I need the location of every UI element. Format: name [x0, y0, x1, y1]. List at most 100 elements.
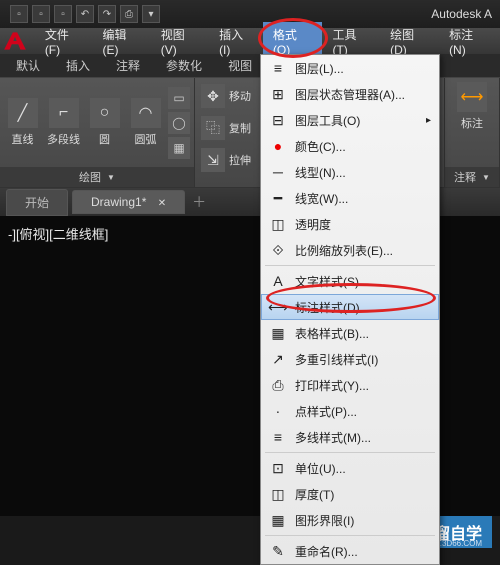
doctab-start[interactable]: 开始	[6, 189, 68, 216]
menu-item-label: 图层(L)...	[295, 60, 344, 77]
layerstate-icon: ⊞	[269, 85, 287, 103]
menu-item-label: 线型(N)...	[295, 164, 346, 181]
ribbon-tab-view[interactable]: 视图	[216, 54, 264, 77]
format-menu-tablestyle[interactable]: ▦ 表格样式(B)...	[261, 320, 439, 346]
close-icon[interactable]: ✕	[158, 198, 166, 209]
qat-more-icon[interactable]: ▾	[142, 5, 160, 23]
linetype-icon: ─	[269, 163, 287, 181]
format-menu-trans[interactable]: ◫透明度	[261, 211, 439, 237]
menu-item-label: 标注样式(D)...	[295, 299, 370, 316]
stretch-button[interactable]: ⇲ 拉伸	[199, 146, 253, 174]
polyline-icon: ⌐	[49, 98, 79, 128]
polyline-label: 多段线	[47, 131, 80, 147]
tablestyle-icon: ▦	[269, 324, 287, 342]
format-menu-plotstyle[interactable]: ⎙ 打印样式(Y)...	[261, 372, 439, 398]
hatch-icon[interactable]: ▦	[168, 137, 190, 159]
thickness-icon: ◫	[269, 485, 287, 503]
qat-print-icon[interactable]: ⎙	[120, 5, 138, 23]
menu-item-label: 表格样式(B)...	[295, 325, 369, 342]
menu-item-label: 图层工具(O)	[295, 112, 360, 129]
arc-button[interactable]: ◠ 圆弧	[127, 98, 164, 147]
pointstyle-icon: ∙	[269, 402, 287, 420]
polyline-button[interactable]: ⌐ 多段线	[45, 98, 82, 147]
menu-item-label: 打印样式(Y)...	[295, 377, 369, 394]
app-title: Autodesk A	[431, 7, 492, 21]
format-menu-color[interactable]: ● 颜色(C)...	[261, 133, 439, 159]
rename-icon: ✎	[269, 542, 287, 560]
menu-item-label: 点样式(P)...	[295, 403, 357, 420]
format-menu-rename[interactable]: ✎重命名(R)...	[261, 538, 439, 564]
format-menu-textstyle[interactable]: A文字样式(S)...	[261, 268, 439, 294]
menu-item-label: 多线样式(M)...	[295, 429, 371, 446]
ribbon-tab-insert[interactable]: 插入	[54, 54, 102, 77]
trans-icon: ◫	[269, 215, 287, 233]
draw-panel-title[interactable]: 绘图 ▼	[0, 167, 194, 187]
units-icon: ⊡	[269, 459, 287, 477]
dim-icon: ⟷	[457, 82, 487, 112]
qat-save-icon[interactable]: ▫	[54, 5, 72, 23]
qat-redo-icon[interactable]: ↷	[98, 5, 116, 23]
format-menu-limits[interactable]: ▦图形界限(I)	[261, 507, 439, 533]
format-menu-dimstyle[interactable]: ⟷ 标注样式(D)...	[261, 294, 439, 320]
stretch-icon: ⇲	[201, 148, 225, 172]
menu-item-label: 比例缩放列表(E)...	[295, 242, 393, 259]
menu-item-label: 图层状态管理器(A)...	[295, 86, 405, 103]
menu-item-label: 线宽(W)...	[295, 190, 348, 207]
layers-icon: ≡	[269, 59, 287, 77]
submenu-arrow-icon: ▸	[426, 115, 431, 126]
mlinestyle-icon: ≡	[269, 428, 287, 446]
format-menu-mleaderstyle[interactable]: ↗ 多重引线样式(I)	[261, 346, 439, 372]
qat-new-icon[interactable]: ▫	[10, 5, 28, 23]
menu-item-label: 颜色(C)...	[295, 138, 346, 155]
doctab-drawing1[interactable]: Drawing1* ✕	[72, 190, 185, 214]
scalelist-icon: ⟐	[269, 241, 287, 259]
color-icon: ●	[269, 137, 287, 155]
chevron-down-icon: ▼	[482, 173, 490, 182]
rect-icon[interactable]: ▭	[168, 87, 190, 109]
format-menu-scalelist[interactable]: ⟐ 比例缩放列表(E)...	[261, 237, 439, 263]
format-menu-linetype[interactable]: ─ 线型(N)...	[261, 159, 439, 185]
ribbon-tab-annotate[interactable]: 注释	[104, 54, 152, 77]
chevron-down-icon: ▼	[107, 173, 115, 182]
menu-item-label: 图形界限(I)	[295, 512, 354, 529]
dimstyle-icon: ⟷	[269, 298, 287, 316]
format-menu-layerstate[interactable]: ⊞ 图层状态管理器(A)...	[261, 81, 439, 107]
line-icon: ╱	[8, 98, 38, 128]
copy-button[interactable]: ⿻ 复制	[199, 114, 253, 142]
format-menu-units[interactable]: ⊡单位(U)...	[261, 455, 439, 481]
ribbon-tab-param[interactable]: 参数化	[154, 54, 214, 77]
menu-item-label: 厚度(T)	[295, 486, 334, 503]
arc-label: 圆弧	[135, 131, 157, 147]
format-menu-lineweight[interactable]: ━线宽(W)...	[261, 185, 439, 211]
format-menu-layertools[interactable]: ⊟图层工具(O)▸	[261, 107, 439, 133]
copy-icon: ⿻	[201, 116, 225, 140]
textstyle-icon: A	[269, 272, 287, 290]
menu-separator	[265, 452, 435, 453]
circle-label: 圆	[99, 131, 110, 147]
menu-dim[interactable]: 标注(N)	[439, 22, 498, 61]
move-icon: ✥	[201, 84, 225, 108]
qat-open-icon[interactable]: ▫	[32, 5, 50, 23]
app-logo-icon[interactable]	[2, 29, 29, 53]
qat-undo-icon[interactable]: ↶	[76, 5, 94, 23]
format-menu-thickness[interactable]: ◫ 厚度(T)	[261, 481, 439, 507]
line-button[interactable]: ╱ 直线	[4, 98, 41, 147]
format-menu-mlinestyle[interactable]: ≡ 多线样式(M)...	[261, 424, 439, 450]
menu-separator	[265, 535, 435, 536]
dim-button[interactable]: ⟷ 标注	[451, 82, 493, 131]
plotstyle-icon: ⎙	[269, 376, 287, 394]
format-menu-pointstyle[interactable]: ∙ 点样式(P)...	[261, 398, 439, 424]
circle-button[interactable]: ○ 圆	[86, 98, 123, 147]
move-button[interactable]: ✥ 移动	[199, 82, 253, 110]
ellipse-icon[interactable]: ◯	[168, 112, 190, 134]
line-label: 直线	[12, 131, 34, 147]
format-menu-layers[interactable]: ≡ 图层(L)...	[261, 55, 439, 81]
ribbon-tab-default[interactable]: 默认	[4, 54, 52, 77]
view-controls[interactable]: -][俯视][二维线框]	[8, 227, 108, 242]
format-dropdown: ≡图层(L)...⊞图层状态管理器(A)...⊟图层工具(O)▸●颜色(C)..…	[260, 54, 440, 565]
menu-item-label: 多重引线样式(I)	[295, 351, 378, 368]
mleaderstyle-icon: ↗	[269, 350, 287, 368]
add-tab-button[interactable]: ＋	[189, 192, 209, 212]
menu-separator	[265, 265, 435, 266]
annot-panel-title[interactable]: 注释 ▼	[445, 167, 499, 187]
